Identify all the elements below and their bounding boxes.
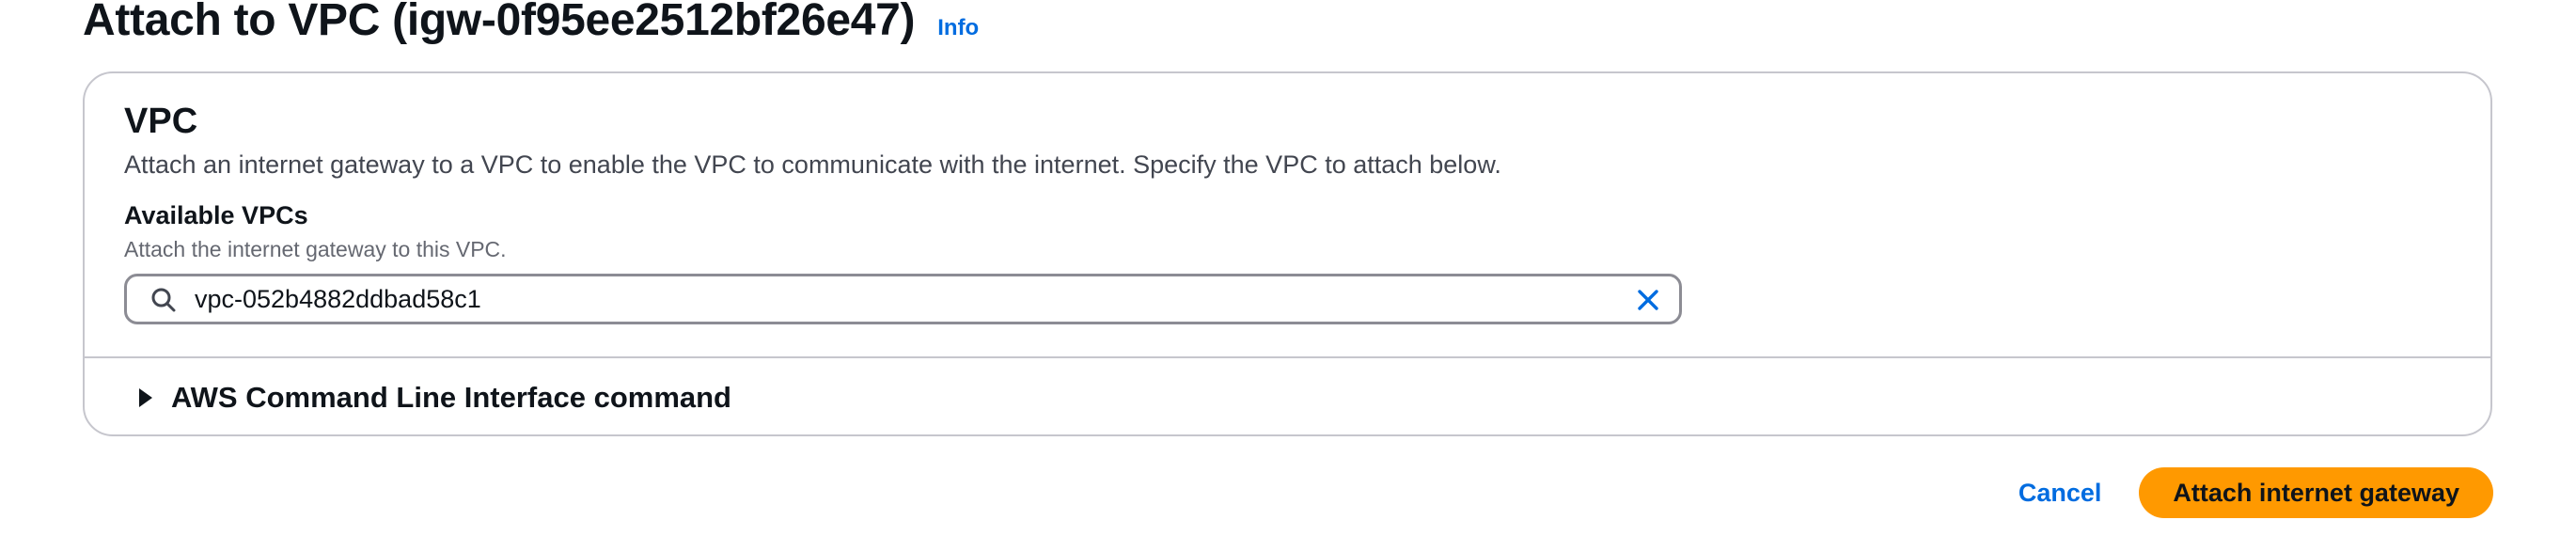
available-vpcs-description: Attach the internet gateway to this VPC. xyxy=(124,237,507,261)
section-title: VPC xyxy=(124,102,198,141)
cli-command-label: AWS Command Line Interface command xyxy=(171,381,731,414)
available-vpcs-label: Available VPCs xyxy=(124,201,308,229)
vpc-container: VPC Attach an internet gateway to a VPC … xyxy=(83,71,2492,436)
page-header: Attach to VPC (igw-0f95ee2512bf26e47) In… xyxy=(83,0,979,47)
section-divider xyxy=(85,356,2490,358)
vpc-search-input[interactable] xyxy=(195,276,1586,322)
section-description: Attach an internet gateway to a VPC to e… xyxy=(124,150,1501,179)
cancel-button[interactable]: Cancel xyxy=(2015,469,2106,517)
attach-vpc-page: Attach to VPC (igw-0f95ee2512bf26e47) In… xyxy=(0,0,2576,536)
close-icon[interactable] xyxy=(1634,286,1662,314)
form-actions: Cancel Attach internet gateway xyxy=(2015,467,2493,518)
vpc-autosuggest[interactable] xyxy=(124,274,1682,324)
cli-command-expander[interactable]: AWS Command Line Interface command xyxy=(139,380,731,416)
page-title: Attach to VPC (igw-0f95ee2512bf26e47) xyxy=(83,0,916,45)
info-link[interactable]: Info xyxy=(937,15,979,41)
caret-right-icon xyxy=(139,388,152,407)
search-icon xyxy=(151,288,176,312)
attach-internet-gateway-button[interactable]: Attach internet gateway xyxy=(2139,467,2493,518)
